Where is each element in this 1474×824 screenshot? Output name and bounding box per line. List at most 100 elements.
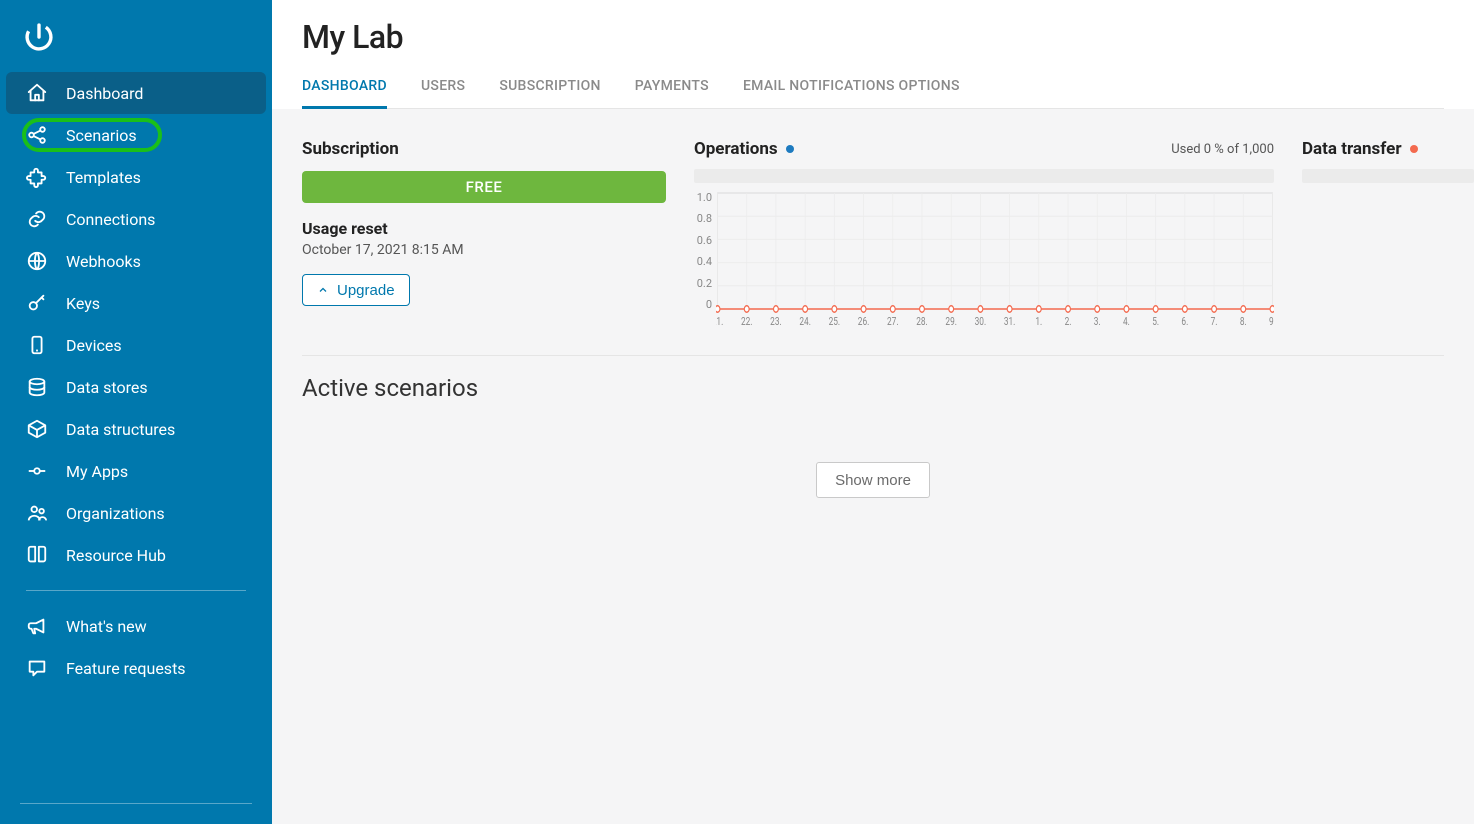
usage-reset-label: Usage reset xyxy=(302,219,666,238)
show-more-button[interactable]: Show more xyxy=(816,462,930,498)
key-icon xyxy=(26,292,48,314)
data-transfer-dot-icon xyxy=(1410,145,1418,153)
power-icon xyxy=(22,20,56,54)
nav-divider xyxy=(26,590,246,591)
svg-text:23.: 23. xyxy=(770,316,782,328)
subscription-title: Subscription xyxy=(302,139,666,159)
upgrade-label: Upgrade xyxy=(337,282,395,299)
data-transfer-progress-bar xyxy=(1302,169,1474,183)
sidebar-item-label: Scenarios xyxy=(66,126,137,145)
sidebar-item-label: Organizations xyxy=(66,504,165,523)
svg-text:29.: 29. xyxy=(945,316,957,328)
sidebar-item-webhooks[interactable]: Webhooks xyxy=(6,240,266,282)
tabs: DASHBOARD USERS SUBSCRIPTION PAYMENTS EM… xyxy=(302,78,1444,109)
sidebar: Dashboard Scenarios Templates Connecti xyxy=(0,0,272,824)
operations-chart-svg: 21. 22. 23. 24. 25. 26. 27. 28. 29. 30. 31. 1. 2. 3. 4… xyxy=(716,191,1274,331)
page-title: My Lab xyxy=(302,18,1444,56)
globe-icon xyxy=(26,250,48,272)
sidebar-item-label: Templates xyxy=(66,168,141,187)
sidebar-item-keys[interactable]: Keys xyxy=(6,282,266,324)
usage-reset-date: October 17, 2021 8:15 AM xyxy=(302,242,666,258)
nav-divider-bottom xyxy=(20,803,252,804)
database-icon xyxy=(26,376,48,398)
primary-nav: Dashboard Scenarios Templates Connecti xyxy=(0,72,272,689)
svg-text:5.: 5. xyxy=(1152,316,1159,328)
tab-payments[interactable]: PAYMENTS xyxy=(635,78,709,108)
sidebar-item-scenarios[interactable]: Scenarios xyxy=(6,114,266,156)
sidebar-item-label: Connections xyxy=(66,210,155,229)
tab-subscription[interactable]: SUBSCRIPTION xyxy=(499,78,600,108)
svg-text:24.: 24. xyxy=(799,316,811,328)
sidebar-item-feature-requests[interactable]: Feature requests xyxy=(6,647,266,689)
chart-y-axis: 1.00.80.60.40.20 xyxy=(694,191,716,311)
plan-pill: FREE xyxy=(302,171,666,203)
sidebar-item-data-structures[interactable]: Data structures xyxy=(6,408,266,450)
main-content: My Lab DASHBOARD USERS SUBSCRIPTION PAYM… xyxy=(272,0,1474,824)
svg-text:7.: 7. xyxy=(1211,316,1218,328)
page-header: My Lab DASHBOARD USERS SUBSCRIPTION PAYM… xyxy=(272,0,1474,109)
chat-icon xyxy=(26,657,48,679)
sidebar-item-organizations[interactable]: Organizations xyxy=(6,492,266,534)
operations-progress-bar xyxy=(694,169,1274,183)
share-icon xyxy=(26,124,48,146)
svg-text:31.: 31. xyxy=(1004,316,1016,328)
phone-icon xyxy=(26,334,48,356)
sidebar-item-connections[interactable]: Connections xyxy=(6,198,266,240)
sidebar-item-label: Resource Hub xyxy=(66,546,166,565)
sidebar-item-my-apps[interactable]: My Apps xyxy=(6,450,266,492)
sidebar-item-label: Dashboard xyxy=(66,84,143,103)
svg-text:2.: 2. xyxy=(1065,316,1072,328)
link-icon xyxy=(26,208,48,230)
operations-card: Operations Used 0 % of 1,000 1.00.80.60.… xyxy=(694,139,1274,331)
chevron-up-icon xyxy=(317,284,329,296)
operations-dot-icon xyxy=(786,145,794,153)
sidebar-item-templates[interactable]: Templates xyxy=(6,156,266,198)
tab-email-notifications[interactable]: EMAIL NOTIFICATIONS OPTIONS xyxy=(743,78,960,108)
svg-text:22.: 22. xyxy=(741,316,753,328)
sidebar-item-label: Feature requests xyxy=(66,659,186,678)
svg-text:21.: 21. xyxy=(716,316,723,328)
sidebar-item-label: Webhooks xyxy=(66,252,141,271)
sidebar-item-label: What's new xyxy=(66,617,147,636)
operations-title: Operations xyxy=(694,139,778,159)
puzzle-icon xyxy=(26,166,48,188)
svg-text:30.: 30. xyxy=(975,316,987,328)
sidebar-item-devices[interactable]: Devices xyxy=(6,324,266,366)
operations-used-text: Used 0 % of 1,000 xyxy=(1171,142,1274,157)
svg-text:26.: 26. xyxy=(858,316,870,328)
sidebar-item-label: My Apps xyxy=(66,462,128,481)
svg-text:4.: 4. xyxy=(1123,316,1130,328)
subscription-card: Subscription FREE Usage reset October 17… xyxy=(302,139,666,331)
svg-text:8.: 8. xyxy=(1240,316,1247,328)
data-transfer-card: Data transfer xyxy=(1302,139,1474,331)
sidebar-item-dashboard[interactable]: Dashboard xyxy=(6,72,266,114)
svg-text:28.: 28. xyxy=(916,316,928,328)
operations-chart: 1.00.80.60.40.20 21. 22. 23. 24. 25. 26. 27. 28… xyxy=(694,191,1274,331)
section-divider xyxy=(302,355,1444,356)
app-logo xyxy=(0,14,272,72)
sidebar-item-data-stores[interactable]: Data stores xyxy=(6,366,266,408)
svg-text:27.: 27. xyxy=(887,316,899,328)
svg-text:3.: 3. xyxy=(1094,316,1101,328)
box-icon xyxy=(26,418,48,440)
active-scenarios-title: Active scenarios xyxy=(302,374,1474,402)
data-transfer-title: Data transfer xyxy=(1302,139,1402,159)
sidebar-item-label: Data stores xyxy=(66,378,148,397)
tab-users[interactable]: USERS xyxy=(421,78,465,108)
users-icon xyxy=(26,502,48,524)
sidebar-item-label: Devices xyxy=(66,336,122,355)
sidebar-item-resource-hub[interactable]: Resource Hub xyxy=(6,534,266,576)
commit-icon xyxy=(26,460,48,482)
content-area: Subscription FREE Usage reset October 17… xyxy=(272,109,1474,824)
tab-dashboard[interactable]: DASHBOARD xyxy=(302,78,387,108)
upgrade-button[interactable]: Upgrade xyxy=(302,274,410,306)
home-icon xyxy=(26,82,48,104)
svg-text:1.: 1. xyxy=(1035,316,1042,328)
sidebar-item-label: Keys xyxy=(66,294,100,313)
svg-text:25.: 25. xyxy=(829,316,841,328)
book-icon xyxy=(26,544,48,566)
svg-text:6.: 6. xyxy=(1181,316,1188,328)
sidebar-item-whats-new[interactable]: What's new xyxy=(6,605,266,647)
svg-text:9.: 9. xyxy=(1269,316,1274,328)
sidebar-item-label: Data structures xyxy=(66,420,175,439)
